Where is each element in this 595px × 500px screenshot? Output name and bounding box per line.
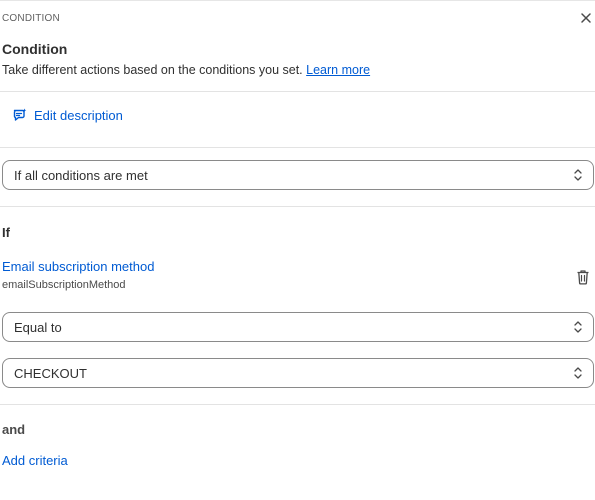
chevron-up-down-icon bbox=[574, 321, 582, 333]
top-border bbox=[0, 0, 595, 1]
operator-select[interactable]: Equal to bbox=[2, 312, 594, 342]
field-key: emailSubscriptionMethod bbox=[2, 279, 126, 291]
divider bbox=[0, 404, 595, 405]
chevron-up-down-icon bbox=[574, 169, 582, 181]
panel-header-label: CONDITION bbox=[2, 13, 60, 24]
close-icon[interactable] bbox=[579, 11, 593, 25]
trash-icon[interactable] bbox=[576, 269, 590, 285]
operator-value: Equal to bbox=[14, 319, 62, 335]
divider bbox=[0, 147, 595, 148]
condition-panel: CONDITION Condition Take different actio… bbox=[0, 0, 595, 500]
learn-more-link[interactable]: Learn more bbox=[306, 63, 370, 77]
field-name-link[interactable]: Email subscription method bbox=[2, 259, 154, 274]
value-select[interactable]: CHECKOUT bbox=[2, 358, 594, 388]
edit-description-icon bbox=[13, 108, 27, 121]
if-section-label: If bbox=[2, 225, 10, 240]
value-select-value: CHECKOUT bbox=[14, 365, 87, 381]
match-condition-value: If all conditions are met bbox=[14, 167, 148, 183]
chevron-up-down-icon bbox=[574, 367, 582, 379]
edit-description-label: Edit description bbox=[34, 107, 123, 123]
condition-description-text: Take different actions based on the cond… bbox=[2, 63, 303, 77]
divider bbox=[0, 206, 595, 207]
and-label: and bbox=[2, 422, 26, 437]
match-condition-select[interactable]: If all conditions are met bbox=[2, 160, 594, 190]
condition-title: Condition bbox=[2, 41, 68, 57]
divider bbox=[0, 91, 595, 92]
add-criteria-link[interactable]: Add criteria bbox=[2, 453, 68, 468]
edit-description-button[interactable]: Edit description bbox=[12, 107, 123, 123]
condition-description: Take different actions based on the cond… bbox=[2, 63, 370, 77]
